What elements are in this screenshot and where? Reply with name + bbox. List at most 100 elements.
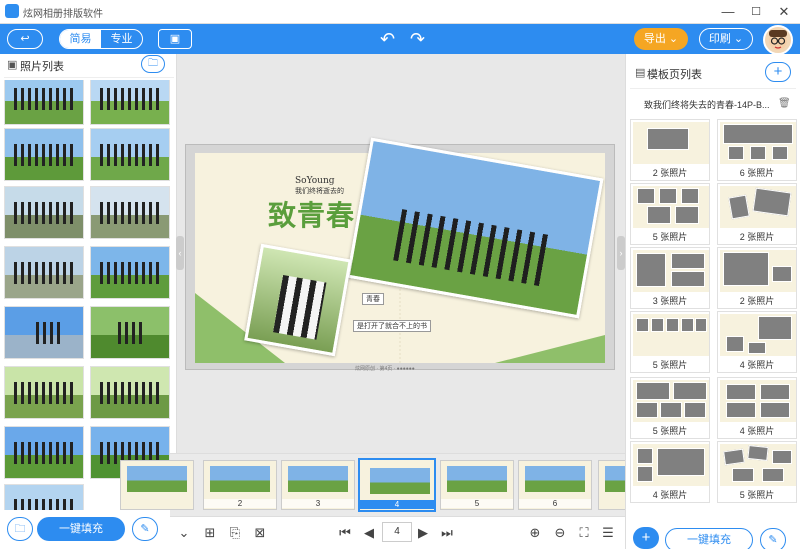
template-item[interactable]: 4 张照片 <box>717 377 797 439</box>
minimize-button[interactable]: — <box>714 2 742 22</box>
photo-thumbnail[interactable] <box>90 186 170 239</box>
photo-thumbnail[interactable] <box>4 366 84 419</box>
back-button[interactable]: ↩ <box>7 29 43 49</box>
fit-screen-icon[interactable]: ⛶ <box>576 525 592 541</box>
zoom-in-icon[interactable]: ⊕ <box>527 525 543 541</box>
maximize-button[interactable]: ☐ <box>742 2 770 22</box>
template-icon: ▤ <box>635 67 646 79</box>
page-thumbnail-active[interactable]: 4 <box>358 458 436 512</box>
photo-thumbnail[interactable] <box>4 128 84 181</box>
page-thumbnail[interactable] <box>120 460 194 510</box>
template-item[interactable]: 5 张照片 <box>630 377 710 439</box>
template-list-title: 模板页列表 <box>647 69 702 81</box>
template-item[interactable]: 5 张照片 <box>630 311 710 373</box>
prev-page-icon[interactable]: ◀ <box>361 525 377 541</box>
photo-thumbnail[interactable] <box>4 484 84 510</box>
template-item[interactable]: 4 张照片 <box>630 441 710 503</box>
photo-thumbnail[interactable] <box>90 306 170 359</box>
broom-icon: ✎ <box>768 534 778 546</box>
last-page-icon[interactable]: ⏭ <box>439 525 455 541</box>
undo-icon: ↶ <box>380 29 396 49</box>
export-button[interactable]: 导出 ⌄ <box>634 28 688 50</box>
folder-icon: 🗀 <box>148 58 158 69</box>
photo-thumbnail[interactable] <box>90 80 170 125</box>
close-button[interactable]: ✕ <box>770 2 798 22</box>
page-thumbnail[interactable]: 5 <box>440 460 514 510</box>
divider <box>4 77 174 78</box>
chevron-down-icon: ⌄ <box>668 33 679 45</box>
page-thumbnail[interactable]: 6 <box>518 460 592 510</box>
photo-thumbnail[interactable] <box>90 128 170 181</box>
undo-button[interactable]: ↶ <box>380 28 395 50</box>
photo-thumbnail[interactable] <box>90 246 170 299</box>
print-label: 印刷 <box>708 33 731 45</box>
mode-simple-tab[interactable]: 简易 <box>60 30 101 48</box>
trash-icon[interactable]: 🗑 <box>778 98 791 109</box>
template-item[interactable]: 4 张照片 <box>717 311 797 373</box>
auto-fill-button[interactable]: 一键填充 <box>37 517 125 541</box>
photo-thumbnail[interactable] <box>4 426 84 479</box>
delete-page-icon[interactable]: ⊠ <box>252 525 268 541</box>
chevron-down-icon[interactable]: ⌄ <box>176 525 192 541</box>
page-settings-icon[interactable]: ☰ <box>600 525 616 541</box>
group-figures <box>393 209 550 287</box>
page-thumbnail[interactable]: 3 <box>281 460 355 510</box>
redo-button[interactable]: ↷ <box>410 28 425 50</box>
photo-grid <box>4 80 174 510</box>
next-page-icon[interactable]: ▶ <box>415 525 431 541</box>
template-item[interactable]: 5 张照片 <box>717 441 797 503</box>
back-arrow-icon: ↩ <box>20 33 30 45</box>
folder-icon: 🗀 <box>14 523 26 535</box>
redo-icon: ↷ <box>410 29 426 49</box>
export-label: 导出 <box>643 33 666 45</box>
album-name[interactable]: 致我们终将失去的青春-14P-B... <box>644 98 770 111</box>
secondary-photo[interactable] <box>244 243 352 357</box>
clear-template-button[interactable]: ✎ <box>760 528 786 549</box>
plus-icon: + <box>641 529 651 546</box>
divider <box>630 88 796 89</box>
template-item[interactable]: 2 张照片 <box>717 183 797 245</box>
page-number-input[interactable]: 4 <box>382 522 412 542</box>
caption-tag-1[interactable]: 青春 <box>362 293 384 305</box>
picture-icon: ▣ <box>7 59 18 71</box>
template-item[interactable]: 2 张照片 <box>630 119 710 181</box>
add-page-button[interactable]: + <box>633 527 659 549</box>
template-auto-fill-button[interactable]: 一键填充 <box>665 528 753 549</box>
copy-page-icon[interactable]: ⎘ <box>227 525 243 541</box>
photo-thumbnail[interactable] <box>4 80 84 125</box>
import-folder-button[interactable]: 🗀 <box>7 517 33 541</box>
avatar-face-icon <box>769 30 787 50</box>
page-thumbnail[interactable]: 2 <box>203 460 277 510</box>
save-icon: ▣ <box>169 33 181 45</box>
collapse-right-handle[interactable]: › <box>617 236 625 270</box>
zoom-out-icon[interactable]: ⊖ <box>552 525 568 541</box>
broom-icon: ✎ <box>140 523 150 535</box>
app-icon <box>5 4 19 18</box>
collapse-left-handle[interactable]: ‹ <box>176 236 184 270</box>
page-footer-text: 炫网原创 · 第4页 · ●●●●●● <box>355 366 415 372</box>
save-button[interactable]: ▣ <box>158 29 192 49</box>
user-avatar[interactable] <box>763 25 793 55</box>
headline-text: 致青春 <box>268 200 356 231</box>
add-template-button[interactable]: + <box>765 62 791 82</box>
add-page-icon[interactable]: ⊞ <box>202 525 218 541</box>
plus-icon: + <box>773 63 783 80</box>
print-button[interactable]: 印刷 ⌄ <box>699 28 753 50</box>
template-grid: 2 张照片 6 张照片 5 张照片 2 张照片 3 张照片 2 张照片 5 张照… <box>628 117 798 512</box>
caption-tag-2[interactable]: 是打开了就合不上的书 <box>353 320 431 332</box>
template-item[interactable]: 3 张照片 <box>630 247 710 309</box>
chevron-down-icon: ⌄ <box>733 33 744 45</box>
template-item[interactable]: 5 张照片 <box>630 183 710 245</box>
main-toolbar: ↩ 简易 专业 ▣ ↶ ↷ 导出 ⌄ 印刷 ⌄ <box>0 24 800 54</box>
template-item[interactable]: 2 张照片 <box>717 247 797 309</box>
photo-thumbnail[interactable] <box>4 246 84 299</box>
couple-figures <box>273 275 327 340</box>
open-folder-button[interactable]: 🗀 <box>141 55 165 73</box>
photo-thumbnail[interactable] <box>4 306 84 359</box>
mode-pro-tab[interactable]: 专业 <box>101 30 142 48</box>
photo-thumbnail[interactable] <box>90 366 170 419</box>
first-page-icon[interactable]: ⏮ <box>337 525 353 541</box>
template-item[interactable]: 6 张照片 <box>717 119 797 181</box>
clear-button[interactable]: ✎ <box>132 517 158 541</box>
photo-thumbnail[interactable] <box>4 186 84 239</box>
